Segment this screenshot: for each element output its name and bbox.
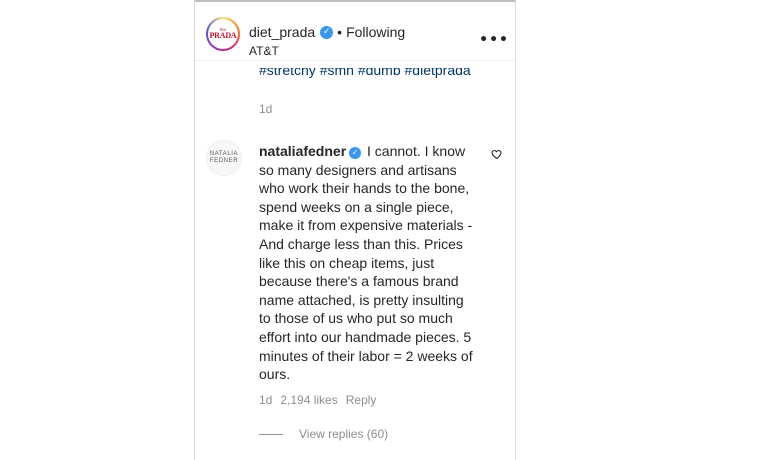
replies-divider-line (259, 433, 283, 435)
more-options-icon[interactable]: ••• (479, 33, 509, 47)
post-location[interactable]: AT&T (249, 44, 279, 58)
post-panel: Diet PRADA diet_prada ✓ • Following AT&T… (194, 0, 516, 460)
comment-text: I cannot. I know so many designers and a… (259, 143, 473, 383)
following-button[interactable]: Following (346, 24, 405, 40)
like-heart-icon[interactable] (491, 148, 503, 160)
commenter-username[interactable]: nataliafedner (259, 143, 346, 159)
avatar-logo-main: PRADA (209, 31, 237, 40)
verified-badge-icon: ✓ (349, 147, 362, 159)
reply-button[interactable]: Reply (346, 393, 377, 407)
separator-dot: • (337, 24, 343, 40)
post-time: 1d (259, 102, 273, 116)
poster-avatar[interactable]: Diet PRADA (206, 17, 240, 51)
poster-line: diet_prada ✓ • Following (249, 24, 405, 40)
view-replies-label[interactable]: View replies (60) (299, 427, 388, 441)
poster-username[interactable]: diet_prada (249, 24, 315, 40)
comment-likes[interactable]: 2,194 likes (280, 393, 337, 407)
commenter-avatar[interactable]: NATALIA FEDNER (206, 140, 242, 176)
comment-body: nataliafedner ✓ I cannot. I know so many … (259, 142, 475, 384)
commenter-avatar-line1: NATALIA (209, 151, 239, 157)
post-header: Diet PRADA diet_prada ✓ • Following AT&T… (195, 2, 515, 61)
comment-time: 1d (259, 393, 273, 407)
hashtags-text[interactable]: #stretchy #smh #dumb #dietprada (259, 68, 471, 80)
verified-badge-icon: ✓ (320, 25, 334, 39)
hashtags[interactable]: #stretchy #smh #dumb #dietprada (259, 68, 471, 80)
view-replies-button[interactable]: View replies (60) (259, 427, 388, 441)
comment-meta: 1d 2,194 likes Reply (259, 393, 376, 407)
commenter-avatar-line2: FEDNER (209, 158, 239, 164)
